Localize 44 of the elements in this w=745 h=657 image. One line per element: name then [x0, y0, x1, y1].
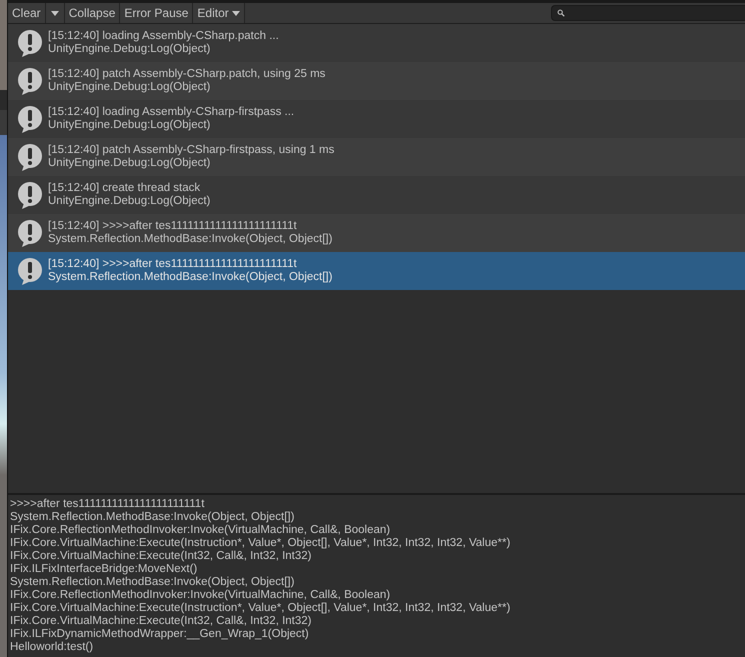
speech-bubble-icon — [16, 143, 44, 171]
log-message: [15:12:40] loading Assembly-CSharp-firstpass ... — [48, 106, 294, 119]
stack-trace-line: UnityEngine.Debug:Log(Object) — [48, 81, 212, 94]
log-entry[interactable]: [15:12:40] create thread stack UnityEngine.Debug:Log(Object) — [8, 176, 745, 214]
stack-trace-line: IFix.Core.VirtualMachine:Execute(Instruction*, Value*, Object[], Value*, Int32, Int32, Int32, Value**) — [10, 537, 512, 550]
stack-trace-line: UnityEngine.Debug:Log(Object) — [48, 195, 210, 208]
search-field[interactable] — [551, 5, 745, 21]
stack-trace-line: IFix.Core.VirtualMachine:Execute(Instruction*, Value*, Object[], Value*, Int32, Int32, Int32, Value**) — [10, 602, 512, 615]
speech-bubble-icon — [16, 105, 44, 133]
search-icon — [557, 9, 565, 17]
stack-trace-line: IFix.Core.ReflectionMethodInvoker:Invoke(VirtualMachine, Call&, Boolean) — [10, 524, 392, 537]
speech-bubble-icon — [16, 219, 44, 247]
stack-trace-line: IFix.Core.ReflectionMethodInvoker:Invoke(VirtualMachine, Call&, Boolean) — [10, 589, 392, 602]
stack-trace-line: Helloworld:test() — [10, 641, 94, 654]
stack-trace-line: IFix.Core.VirtualMachine:Execute(Int32, Call&, Int32, Int32) — [10, 550, 312, 563]
stack-trace-line: IFix.ILFixDynamicMethodWrapper:__Gen_Wrap_1(Object) — [10, 628, 310, 641]
log-entry[interactable]: [15:12:40] patch Assembly-CSharp-firstpass, using 1 ms UnityEngine.Debug:Log(Object) — [8, 138, 745, 176]
speech-bubble-icon — [16, 67, 44, 95]
stack-trace-line: UnityEngine.Debug:Log(Object) — [48, 119, 212, 132]
stack-trace-line: System.Reflection.MethodBase:Invoke(Object, Object[]) — [48, 271, 332, 284]
log-message: [15:12:40] >>>>after tes1111111111111111111111t — [48, 258, 298, 271]
stack-trace-line: UnityEngine.Debug:Log(Object) — [48, 43, 212, 56]
log-message: [15:12:40] patch Assembly-CSharp.patch, using 25 ms — [48, 68, 326, 81]
log-entry[interactable]: [15:12:40] >>>>after tes1111111111111111111111t System.Reflection.MethodBase:Invoke(Object, Object[]) — [8, 252, 745, 290]
log-entry[interactable]: [15:12:40] >>>>after tes1111111111111111111111t System.Reflection.MethodBase:Invoke(Object, Object[]) — [8, 214, 745, 252]
stack-trace-line: System.Reflection.MethodBase:Invoke(Object, Object[]) — [10, 576, 296, 589]
stack-trace-line: >>>>after tes1111111111111111111111t — [10, 498, 206, 511]
log-message: [15:12:40] >>>>after tes1111111111111111111111t — [48, 220, 298, 233]
log-message: [15:12:40] patch Assembly-CSharp-firstpass, using 1 ms — [48, 144, 334, 157]
caret-icon — [232, 10, 240, 16]
stack-trace-line: System.Reflection.MethodBase:Invoke(Object, Object[]) — [10, 511, 296, 524]
speech-bubble-icon — [16, 29, 44, 57]
stack-trace-line: IFix.ILFixInterfaceBridge:MoveNext() — [10, 563, 198, 576]
log-entry[interactable]: [15:12:40] loading Assembly-CSharp-firstpass ... UnityEngine.Debug:Log(Object) — [8, 100, 745, 138]
log-message: [15:12:40] loading Assembly-CSharp.patch ... — [48, 30, 279, 43]
log-message: [15:12:40] create thread stack — [48, 182, 202, 195]
log-entry[interactable]: [15:12:40] patch Assembly-CSharp.patch, using 25 ms UnityEngine.Debug:Log(Object) — [8, 62, 745, 100]
stack-trace-line: System.Reflection.MethodBase:Invoke(Object, Object[]) — [48, 233, 332, 246]
log-entry[interactable]: [15:12:40] loading Assembly-CSharp.patch ... UnityEngine.Debug:Log(Object) — [8, 24, 745, 62]
speech-bubble-icon — [16, 181, 44, 209]
stack-trace-line: IFix.Core.VirtualMachine:Execute(Int32, Call&, Int32, Int32) — [10, 615, 312, 628]
caret-icon — [50, 10, 59, 16]
stack-trace-line: UnityEngine.Debug:Log(Object) — [48, 157, 212, 170]
speech-bubble-icon — [16, 257, 44, 285]
